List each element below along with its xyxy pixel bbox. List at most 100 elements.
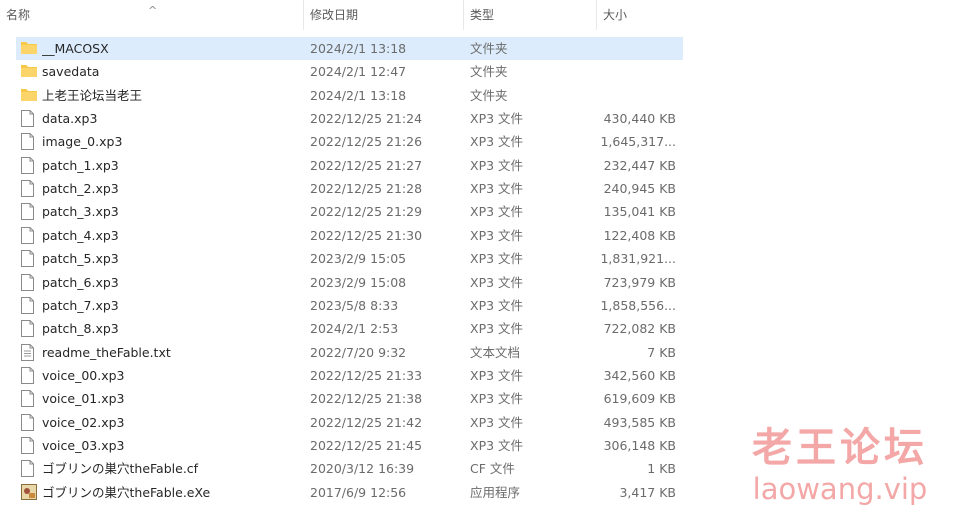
file-icon [21, 180, 36, 198]
file-icon [21, 273, 36, 291]
file-icon [21, 250, 36, 268]
file-date: 2024/2/1 13:18 [310, 41, 407, 56]
file-date: 2022/12/25 21:28 [310, 181, 423, 197]
file-name: patch_1.xp3 [42, 157, 119, 173]
file-icon [21, 390, 36, 408]
file-row[interactable]: voice_00.xp3 2022/12/25 21:33 XP3 文件 342,56… [16, 364, 683, 387]
file-type: XP3 文件 [470, 227, 524, 243]
file-row[interactable]: data.xp3 2022/12/25 21:24 XP3 文件 430,440 KB [16, 107, 683, 130]
column-header-name[interactable]: 名称 ^ [0, 0, 300, 30]
folder-icon [21, 63, 37, 80]
sort-ascending-icon: ^ [148, 4, 158, 17]
file-date: 2022/12/25 21:26 [310, 134, 423, 150]
file-name: patch_2.xp3 [42, 181, 119, 197]
file-date: 2022/12/25 21:29 [310, 204, 423, 220]
file-name: ゴブリンの巣穴theFable.cf [42, 461, 199, 477]
column-header-name-label: 名称 [6, 8, 31, 22]
file-row[interactable]: patch_4.xp3 2022/12/25 21:30 XP3 文件 122,408… [16, 224, 683, 247]
file-date: 2022/12/25 21:27 [310, 157, 423, 173]
file-icon [21, 436, 36, 454]
file-name: savedata [42, 64, 100, 80]
file-row[interactable]: voice_02.xp3 2022/12/25 21:42 XP3 文件 493,58… [16, 411, 683, 434]
file-name: patch_8.xp3 [42, 321, 119, 337]
file-row[interactable]: patch_7.xp3 2023/5/8 8:33 XP3 文件 1,858,556.… [16, 294, 683, 317]
file-size: 1,645,317... [600, 134, 676, 150]
file-type: 文件夹 [470, 87, 508, 103]
file-size: 342,560 KB [603, 367, 676, 383]
file-name: voice_01.xp3 [42, 391, 125, 407]
column-header-size-label: 大小 [603, 8, 628, 22]
file-size [596, 37, 676, 60]
text-file-icon [21, 343, 36, 361]
file-icon [21, 366, 36, 384]
file-size: 723,979 KB [603, 274, 676, 290]
file-row[interactable]: patch_5.xp3 2023/2/9 15:05 XP3 文件 1,831,921… [16, 247, 683, 270]
file-date: 2023/2/9 15:08 [310, 274, 407, 290]
file-date: 2024/2/1 13:18 [310, 87, 407, 103]
file-name: __MACOSX [42, 41, 109, 56]
file-date: 2024/2/1 12:47 [310, 64, 407, 80]
file-row[interactable]: ゴブリンの巣穴theFable.cf 2020/3/12 16:39 CF 文件 1 … [16, 457, 683, 480]
file-size [596, 84, 676, 107]
file-date: 2022/12/25 21:33 [310, 367, 423, 383]
file-date: 2022/12/25 21:30 [310, 227, 423, 243]
column-header-size[interactable]: 大小 [596, 0, 684, 30]
file-name: patch_6.xp3 [42, 274, 119, 290]
file-type: XP3 文件 [470, 437, 524, 453]
file-name: ゴブリンの巣穴theFable.eXe [42, 484, 211, 500]
file-type: XP3 文件 [470, 181, 524, 197]
file-type: 应用程序 [470, 484, 521, 500]
file-type: XP3 文件 [470, 391, 524, 407]
file-row[interactable]: readme_theFable.txt 2022/7/20 9:32 文本文档 7 K… [16, 341, 683, 364]
file-type: XP3 文件 [470, 274, 524, 290]
file-row[interactable]: image_0.xp3 2022/12/25 21:26 XP3 文件 1,645,3… [16, 130, 683, 153]
file-name: voice_00.xp3 [42, 367, 125, 383]
file-size: 619,609 KB [603, 391, 676, 407]
file-size: 232,447 KB [603, 157, 676, 173]
file-date: 2022/12/25 21:45 [310, 437, 423, 453]
column-header-type-label: 类型 [470, 8, 495, 22]
file-date: 2017/6/9 12:56 [310, 484, 407, 500]
file-type: XP3 文件 [470, 157, 524, 173]
file-size: 1,858,556... [600, 297, 676, 313]
watermark-title: 老王论坛 [752, 425, 928, 471]
file-row[interactable]: patch_3.xp3 2022/12/25 21:29 XP3 文件 135,041… [16, 200, 683, 223]
file-type: XP3 文件 [470, 134, 524, 150]
file-type: XP3 文件 [470, 297, 524, 313]
file-name: patch_7.xp3 [42, 297, 119, 313]
file-icon [21, 110, 36, 128]
file-date: 2022/12/25 21:38 [310, 391, 423, 407]
file-icon [21, 226, 36, 244]
file-row[interactable]: patch_2.xp3 2022/12/25 21:28 XP3 文件 240,945… [16, 177, 683, 200]
file-type: XP3 文件 [470, 204, 524, 220]
file-type: XP3 文件 [470, 111, 524, 127]
file-size: 135,041 KB [603, 204, 676, 220]
file-name: readme_theFable.txt [42, 344, 171, 360]
file-name: image_0.xp3 [42, 134, 123, 150]
file-row[interactable]: savedata 2024/2/1 12:47 文件夹 [16, 60, 683, 83]
file-size: 1 KB [647, 461, 676, 477]
file-row[interactable]: ゴブリンの巣穴theFable.eXe 2017/6/9 12:56 应用程序 3,4… [16, 481, 683, 504]
file-row[interactable]: voice_01.xp3 2022/12/25 21:38 XP3 文件 619,60… [16, 387, 683, 410]
file-name: voice_02.xp3 [42, 414, 125, 430]
folder-icon [21, 87, 37, 104]
file-row[interactable]: patch_1.xp3 2022/12/25 21:27 XP3 文件 232,447… [16, 154, 683, 177]
column-header-date[interactable]: 修改日期 [303, 0, 461, 30]
file-date: 2024/2/1 2:53 [310, 321, 399, 337]
file-row[interactable]: patch_8.xp3 2024/2/1 2:53 XP3 文件 722,082 KB [16, 317, 683, 340]
file-icon [21, 460, 36, 478]
file-name: patch_5.xp3 [42, 251, 119, 267]
file-size: 240,945 KB [603, 181, 676, 197]
file-date: 2023/5/8 8:33 [310, 297, 399, 313]
file-name: data.xp3 [42, 111, 98, 127]
app-icon [21, 483, 37, 501]
file-row[interactable]: 上老王论坛当老王 2024/2/1 13:18 文件夹 [16, 84, 683, 107]
file-date: 2022/12/25 21:24 [310, 111, 423, 127]
file-icon [21, 133, 36, 151]
file-type: XP3 文件 [470, 367, 524, 383]
file-row[interactable]: voice_03.xp3 2022/12/25 21:45 XP3 文件 306,14… [16, 434, 683, 457]
file-row[interactable]: __MACOSX 2024/2/1 13:18 文件夹 [16, 37, 683, 60]
file-row[interactable]: patch_6.xp3 2023/2/9 15:08 XP3 文件 723,979 K… [16, 271, 683, 294]
column-header-type[interactable]: 类型 [463, 0, 593, 30]
file-date: 2023/2/9 15:05 [310, 251, 407, 267]
